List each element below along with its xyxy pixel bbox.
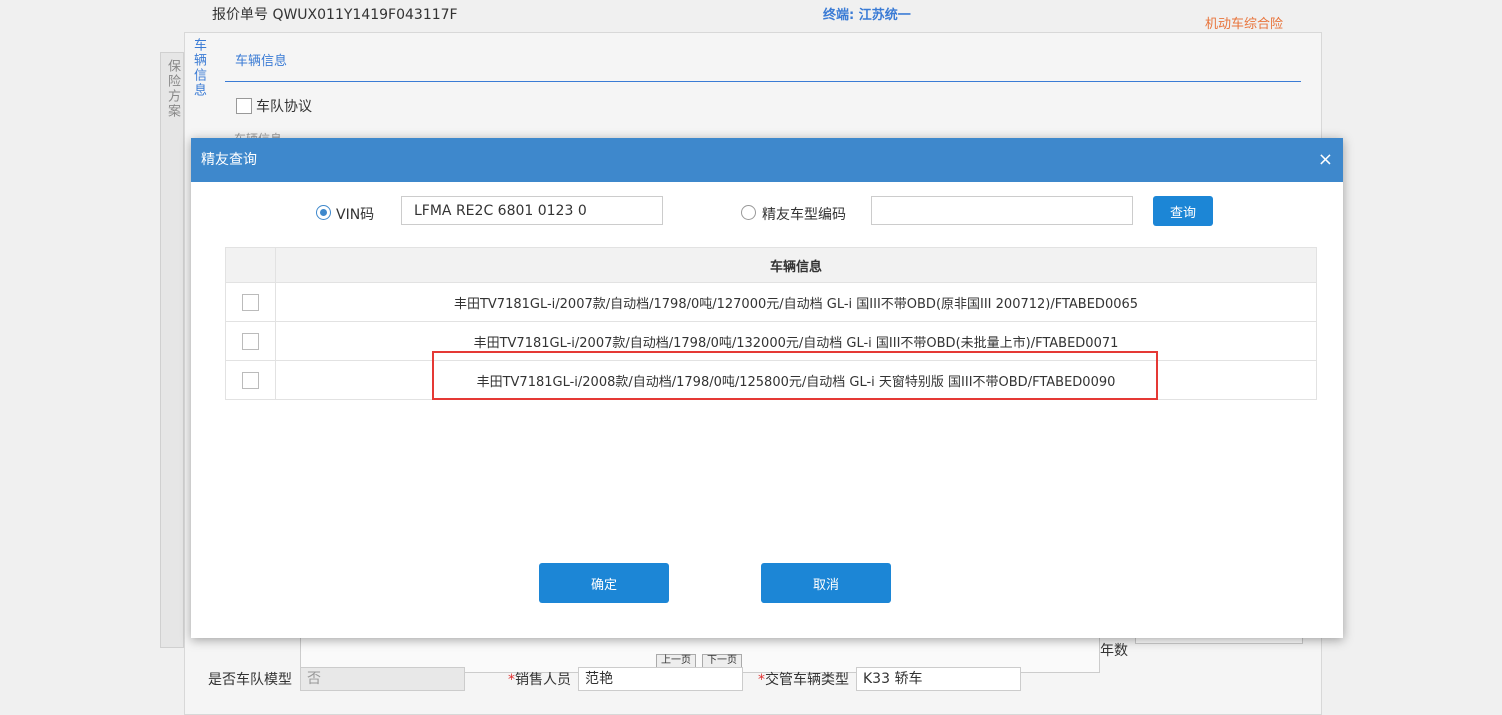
table-row[interactable]: 丰田TV7181GL-i/2008款/自动档/1798/0吨/125800元/自… [225, 360, 1317, 400]
fleet-model-field[interactable]: 否 [300, 667, 465, 691]
tab-insurance-plan[interactable]: 保险方案 [160, 52, 184, 648]
fleet-model-label: 是否车队模型 [208, 672, 292, 688]
years-label: 年数 [1100, 643, 1128, 659]
section-divider [225, 81, 1301, 82]
row-checkbox-cell[interactable] [225, 282, 276, 322]
vehicle-type-label: *交管车辆类型 [758, 672, 849, 688]
model-code-input[interactable] [871, 196, 1133, 225]
fleet-agreement-label: 车队协议 [256, 99, 312, 115]
vin-label: VIN码 [336, 207, 375, 223]
vehicle-info-cell[interactable]: 丰田TV7181GL-i/2008款/自动档/1798/0吨/125800元/自… [275, 360, 1317, 400]
row-checkbox-cell[interactable] [225, 360, 276, 400]
cancel-button[interactable]: 取消 [761, 563, 891, 603]
table-row[interactable]: 丰田TV7181GL-i/2007款/自动档/1798/0吨/127000元/自… [225, 282, 1317, 322]
vehicle-info-header: 车辆信息 [275, 247, 1317, 283]
insurance-type-label: 机动车综合险 [1205, 17, 1284, 32]
sales-person-label: *销售人员 [508, 672, 571, 688]
model-code-label: 精友车型编码 [762, 207, 846, 223]
quote-number: 报价单号 QWUX011Y1419F043117F [212, 7, 458, 23]
vehicle-info-cell[interactable]: 丰田TV7181GL-i/2007款/自动档/1798/0吨/127000元/自… [275, 282, 1317, 322]
vehicle-info-cell[interactable]: 丰田TV7181GL-i/2007款/自动档/1798/0吨/132000元/自… [275, 321, 1317, 361]
tab-vehicle-info[interactable]: 车辆信息 [186, 38, 208, 98]
table-row[interactable]: 丰田TV7181GL-i/2007款/自动档/1798/0吨/132000元/自… [225, 321, 1317, 361]
row-checkbox[interactable] [242, 371, 259, 389]
vehicle-type-field[interactable]: K33 轿车 [856, 667, 1021, 691]
close-icon[interactable]: × [1318, 138, 1333, 182]
query-button[interactable]: 查询 [1153, 196, 1213, 226]
checkbox-box[interactable] [236, 98, 252, 114]
sales-person-field[interactable]: 范艳 [578, 667, 743, 691]
section-title: 车辆信息 [235, 54, 288, 69]
dialog-header: 精友查询 × [191, 138, 1343, 182]
table-header-row: 车辆信息 [225, 247, 1317, 283]
fleet-agreement-checkbox[interactable]: 车队协议 [236, 96, 312, 116]
terminal-label: 终端: 江苏统一 [823, 8, 911, 23]
jingyou-query-dialog: 精友查询 × VIN码 精友车型编码 查询 车辆信息 丰田TV7181GL-i/… [191, 138, 1343, 638]
row-checkbox-cell[interactable] [225, 321, 276, 361]
dialog-title: 精友查询 [201, 152, 257, 168]
vin-radio[interactable] [316, 205, 331, 220]
vin-input[interactable] [401, 196, 663, 225]
select-all-header [225, 247, 276, 283]
confirm-button[interactable]: 确定 [539, 563, 669, 603]
row-checkbox[interactable] [242, 332, 259, 350]
row-checkbox[interactable] [242, 293, 259, 311]
vehicle-results-table: 车辆信息 丰田TV7181GL-i/2007款/自动档/1798/0吨/1270… [225, 247, 1317, 400]
model-code-radio[interactable] [741, 205, 756, 220]
